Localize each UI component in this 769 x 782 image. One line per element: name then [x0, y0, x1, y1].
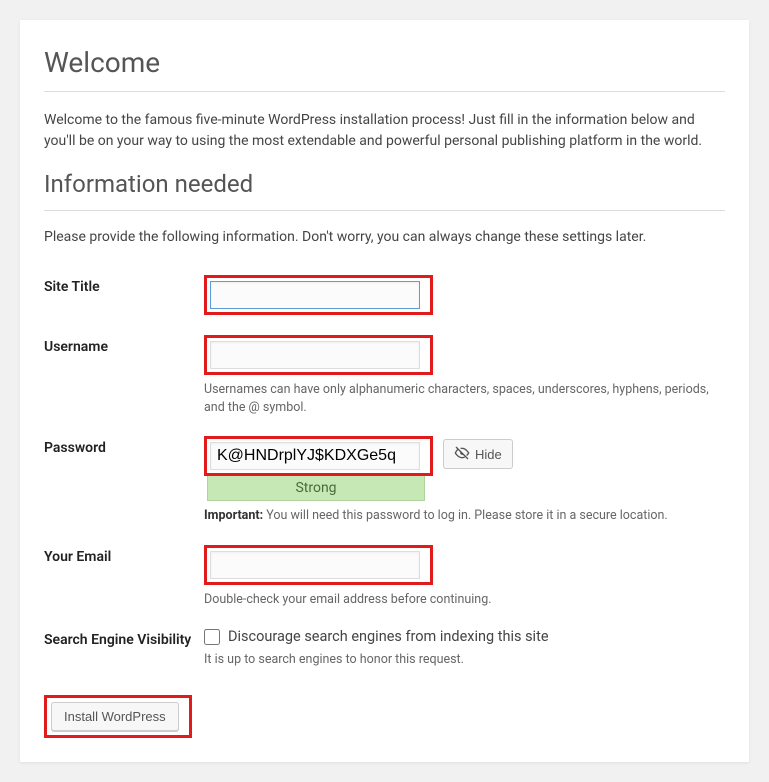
hide-password-button[interactable]: Hide	[443, 439, 513, 469]
password-strength: Strong	[207, 476, 425, 501]
site-title-label: Site Title	[44, 279, 100, 295]
highlight-box	[204, 335, 433, 375]
install-wordpress-button[interactable]: Install WordPress	[51, 702, 179, 731]
welcome-heading: Welcome	[44, 46, 725, 79]
username-label: Username	[44, 339, 108, 355]
divider	[44, 210, 725, 211]
email-input[interactable]	[210, 551, 420, 579]
password-label: Password	[44, 440, 106, 456]
sev-checkbox[interactable]	[204, 629, 220, 645]
install-form: Site Title Username Usernames can have o…	[44, 265, 725, 679]
intro-text: Welcome to the famous five-minute WordPr…	[44, 110, 725, 152]
sev-hint: It is up to search engines to honor this…	[204, 651, 724, 669]
eye-off-icon	[454, 445, 470, 464]
password-input[interactable]	[210, 442, 420, 470]
sub-text: Please provide the following information…	[44, 229, 725, 245]
username-input[interactable]	[210, 341, 420, 369]
highlight-box: Install WordPress	[44, 695, 192, 738]
highlight-box	[204, 275, 433, 315]
email-hint: Double-check your email address before c…	[204, 591, 724, 609]
sev-checkbox-label: Discourage search engines from indexing …	[228, 628, 549, 645]
username-hint: Usernames can have only alphanumeric cha…	[204, 381, 724, 416]
site-title-input[interactable]	[210, 281, 420, 309]
sev-label: Search Engine Visibility	[44, 632, 191, 648]
highlight-box	[204, 545, 433, 585]
divider	[44, 91, 725, 92]
info-needed-heading: Information needed	[44, 170, 725, 198]
highlight-box	[204, 436, 433, 476]
hide-button-label: Hide	[475, 447, 502, 462]
install-card: Welcome Welcome to the famous five-minut…	[20, 20, 749, 762]
email-label: Your Email	[44, 549, 111, 565]
password-hint: Important: You will need this password t…	[204, 507, 724, 525]
